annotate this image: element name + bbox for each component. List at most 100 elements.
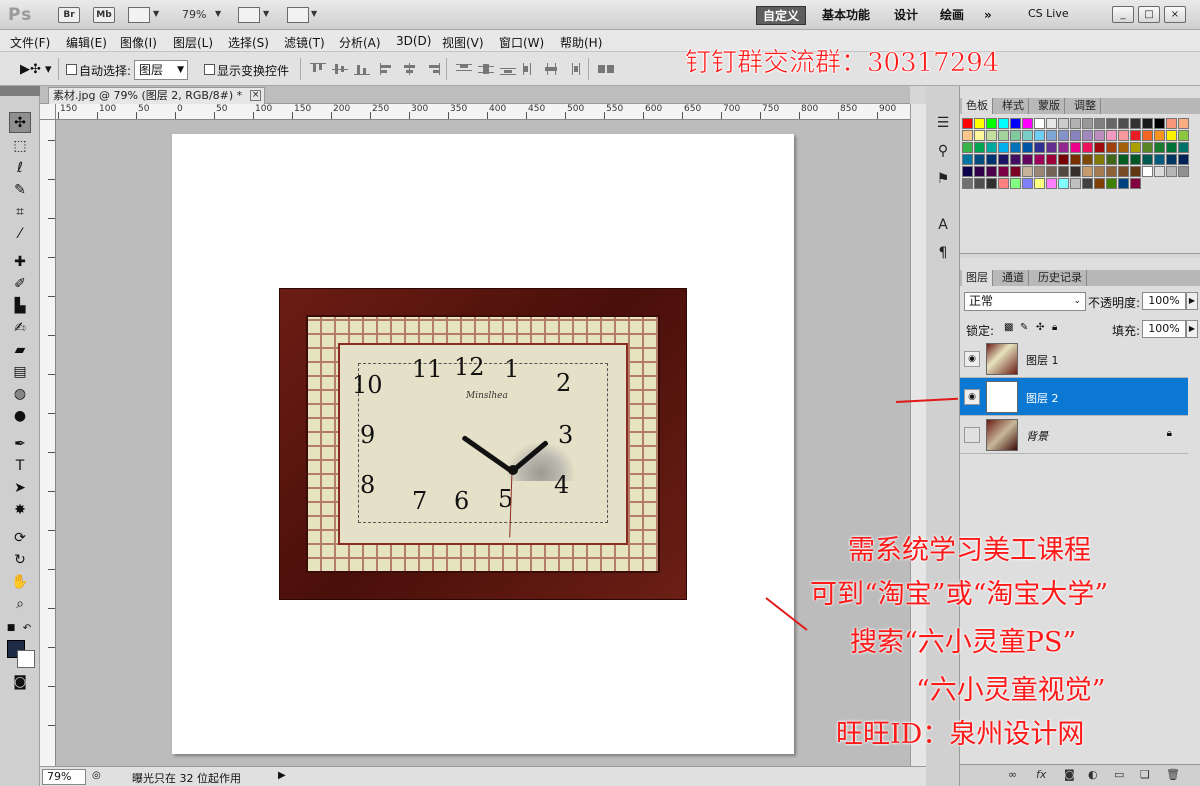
horizontal-ruler[interactable]: 150 100 50 0 50 100 150 200 250 300 350 … <box>56 104 910 120</box>
color-swatch[interactable] <box>1106 154 1117 165</box>
color-swatch[interactable] <box>1130 142 1141 153</box>
default-colors-icon[interactable]: ■ <box>4 618 18 639</box>
layer-row[interactable]: ◉ 图层 2 <box>960 378 1188 416</box>
fill-slider-arrow[interactable]: ▶ <box>1186 320 1198 338</box>
color-swatch[interactable] <box>1130 118 1141 129</box>
color-swatch[interactable] <box>1154 154 1165 165</box>
document-tab[interactable]: 素材.jpg @ 79% (图层 2, RGB/8#) * × <box>48 87 266 104</box>
eyedropper-tool-icon[interactable]: ⁄ <box>9 224 31 245</box>
zoom-tool-icon[interactable]: ⌕ <box>9 594 31 615</box>
chevron-down-icon[interactable]: ▼ <box>311 9 317 18</box>
color-swatch[interactable] <box>1118 142 1129 153</box>
minimize-button[interactable]: _ <box>1112 6 1134 23</box>
layer-row[interactable]: ◉ 图层 1 <box>960 340 1188 378</box>
color-swatch[interactable] <box>1118 154 1129 165</box>
pen-tool-icon[interactable]: ✒ <box>9 434 31 455</box>
layer-row[interactable]: 背景 🔒︎ <box>960 416 1188 454</box>
eye-icon[interactable]: ◉ <box>964 351 980 367</box>
color-swatch[interactable] <box>1010 178 1021 189</box>
align-left-icon[interactable] <box>380 63 396 75</box>
color-swatch[interactable] <box>1034 142 1045 153</box>
align-bottom-icon[interactable] <box>354 63 370 75</box>
fill-input[interactable]: 100% <box>1142 320 1186 338</box>
color-swatch[interactable] <box>1106 166 1117 177</box>
color-swatch[interactable] <box>1046 118 1057 129</box>
color-swatch[interactable] <box>1010 154 1021 165</box>
color-swatch[interactable] <box>1034 130 1045 141</box>
color-swatch[interactable] <box>1130 166 1141 177</box>
color-swatch[interactable] <box>1178 130 1189 141</box>
color-swatch[interactable] <box>974 142 985 153</box>
paragraph-icon[interactable]: ¶ <box>934 244 952 262</box>
zoom-level-dropdown[interactable]: 79% <box>182 8 206 21</box>
status-menu-arrow[interactable]: ▶ <box>278 770 286 781</box>
cs-live-menu[interactable]: CS Live <box>1028 7 1069 20</box>
color-swatch[interactable] <box>1034 118 1045 129</box>
align-hcenter-icon[interactable] <box>402 63 418 75</box>
color-swatch[interactable] <box>1178 142 1189 153</box>
color-swatch[interactable] <box>1082 130 1093 141</box>
color-swatch[interactable] <box>1130 130 1141 141</box>
color-swatch[interactable] <box>962 178 973 189</box>
lock-position-icon[interactable]: ✣ <box>1036 322 1044 333</box>
color-swatch[interactable] <box>1118 118 1129 129</box>
clone-source-icon[interactable]: ⚑ <box>934 170 952 188</box>
color-swatch[interactable] <box>1058 118 1069 129</box>
color-swatch[interactable] <box>1034 154 1045 165</box>
color-swatch[interactable] <box>1094 118 1105 129</box>
color-swatch[interactable] <box>1022 130 1033 141</box>
menu-window[interactable]: 窗口(W) <box>499 34 544 51</box>
color-swatch[interactable] <box>962 166 973 177</box>
menu-help[interactable]: 帮助(H) <box>560 34 602 51</box>
clone-stamp-tool-icon[interactable]: ▙ <box>9 296 31 317</box>
color-swatch[interactable] <box>1058 166 1069 177</box>
color-swatch[interactable] <box>1022 118 1033 129</box>
color-swatch[interactable] <box>1118 130 1129 141</box>
move-tool-preset-icon[interactable]: ▶✣ ▾ <box>20 62 52 77</box>
vertical-ruler[interactable] <box>40 120 56 766</box>
menu-select[interactable]: 选择(S) <box>228 34 269 51</box>
distribute-right-icon[interactable] <box>566 63 582 75</box>
adjustments-icon[interactable]: ☰ <box>934 114 952 132</box>
align-right-icon[interactable] <box>424 63 440 75</box>
color-swatch[interactable] <box>998 142 1009 153</box>
color-swatch[interactable] <box>1010 118 1021 129</box>
color-swatch[interactable] <box>962 118 973 129</box>
color-swatch[interactable] <box>962 154 973 165</box>
color-swatch[interactable] <box>1130 178 1141 189</box>
color-swatch[interactable] <box>986 130 997 141</box>
tab-styles[interactable]: 样式 <box>998 98 1029 114</box>
color-swatch[interactable] <box>1118 178 1129 189</box>
color-swatch[interactable] <box>1130 154 1141 165</box>
tab-history[interactable]: 历史记录 <box>1034 270 1087 286</box>
type-tool-icon[interactable]: T <box>9 456 31 477</box>
color-swatch[interactable] <box>1034 166 1045 177</box>
auto-select-checkbox[interactable] <box>66 64 77 75</box>
color-swatch[interactable] <box>998 166 1009 177</box>
new-group-icon[interactable]: ▭ <box>1114 768 1124 781</box>
color-swatch[interactable] <box>1046 130 1057 141</box>
tab-masks[interactable]: 蒙版 <box>1034 98 1065 114</box>
menu-view[interactable]: 视图(V) <box>442 34 484 51</box>
color-swatch[interactable] <box>1046 142 1057 153</box>
arrange-documents-button[interactable] <box>238 7 260 23</box>
color-swatch[interactable] <box>1022 166 1033 177</box>
tab-swatches[interactable]: 色板 <box>962 98 993 114</box>
crop-tool-icon[interactable]: ⌗ <box>9 202 31 223</box>
color-swatch[interactable] <box>974 118 985 129</box>
path-selection-tool-icon[interactable]: ➤ <box>9 478 31 499</box>
color-swatch[interactable] <box>974 130 985 141</box>
color-swatch[interactable] <box>1166 118 1177 129</box>
align-vcenter-icon[interactable] <box>332 63 348 75</box>
color-swatch[interactable] <box>1166 142 1177 153</box>
blend-mode-select[interactable]: 正常 ⌄ <box>964 292 1086 311</box>
document-canvas[interactable]: Minslhea 11 12 1 2 10 3 9 8 4 7 6 5 <box>172 134 794 754</box>
menu-image[interactable]: 图像(I) <box>120 34 157 51</box>
bridge-button[interactable]: Br <box>58 7 80 23</box>
chevron-down-icon[interactable]: ▼ <box>263 9 269 18</box>
color-swatch[interactable] <box>1142 166 1153 177</box>
color-swatch[interactable] <box>1022 154 1033 165</box>
color-swatch[interactable] <box>1070 154 1081 165</box>
menu-3d[interactable]: 3D(D) <box>396 34 431 48</box>
color-swatch[interactable] <box>998 130 1009 141</box>
